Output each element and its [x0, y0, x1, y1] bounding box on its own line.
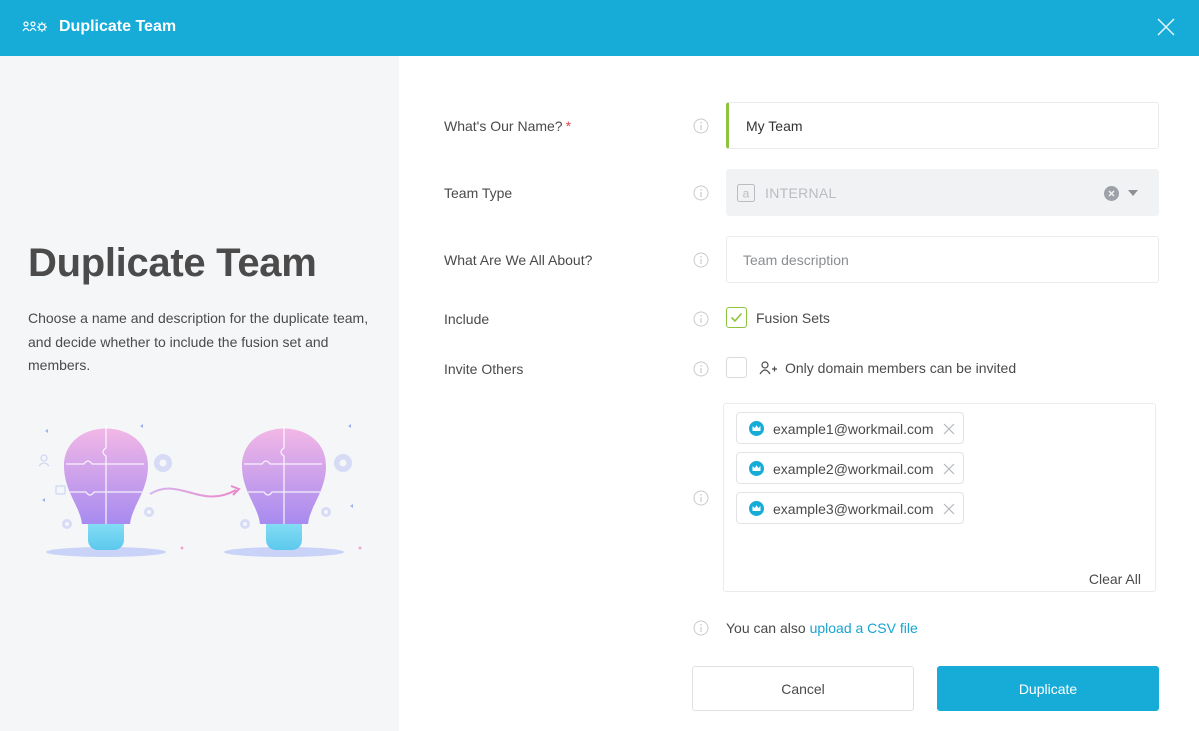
email-text: example2@workmail.com — [773, 461, 934, 477]
close-icon[interactable] — [1157, 18, 1175, 36]
include-label: Include — [444, 311, 490, 327]
info-panel: Duplicate Team Choose a name and descrip… — [0, 56, 399, 731]
panel-title: Duplicate Team — [28, 241, 317, 285]
crown-icon — [749, 421, 764, 436]
modal-title: Duplicate Team — [59, 18, 177, 35]
panel-description: Choose a name and description for the du… — [28, 310, 369, 373]
domain-only-checkbox[interactable] — [726, 357, 747, 378]
at-sign-icon: a — [737, 184, 755, 202]
email-chip: example2@workmail.com — [736, 452, 964, 484]
modal-header: Duplicate Team — [0, 0, 1199, 56]
clear-selection-icon[interactable] — [1104, 186, 1119, 201]
team-name-input[interactable] — [746, 103, 1146, 148]
info-icon[interactable] — [693, 252, 709, 268]
email-text: example1@workmail.com — [773, 421, 934, 437]
invite-label: Invite Others — [444, 361, 524, 377]
info-icon[interactable] — [693, 620, 709, 636]
invite-email-box[interactable]: example1@workmail.com example2@workmail.… — [723, 403, 1156, 592]
team-type-label: Team Type — [444, 185, 513, 201]
add-user-icon — [759, 361, 777, 375]
cancel-button[interactable]: Cancel — [692, 666, 914, 711]
remove-email-icon[interactable] — [943, 463, 955, 475]
email-text: example3@workmail.com — [773, 501, 934, 517]
remove-email-icon[interactable] — [943, 503, 955, 515]
upload-csv-link[interactable]: upload a CSV file — [810, 620, 918, 636]
name-label: What's Our Name? * — [444, 117, 571, 135]
fusion-sets-label: Fusion Sets — [756, 310, 830, 326]
email-chip: example3@workmail.com — [736, 492, 964, 524]
domain-only-label: Only domain members can be invited — [785, 360, 1017, 376]
crown-icon — [749, 501, 764, 516]
info-icon[interactable] — [693, 185, 709, 201]
required-mark: * — [565, 118, 572, 134]
crown-icon — [749, 461, 764, 476]
fusion-sets-checkbox[interactable] — [726, 307, 747, 328]
chevron-down-icon[interactable] — [1128, 190, 1138, 197]
team-icon — [22, 21, 47, 32]
team-type-select[interactable]: a INTERNAL — [726, 169, 1159, 216]
team-description-input[interactable] — [743, 237, 1143, 282]
team-description-field[interactable] — [726, 236, 1159, 283]
csv-prefix-text: You can also — [726, 620, 806, 636]
team-name-field[interactable] — [726, 102, 1159, 149]
info-icon[interactable] — [693, 490, 709, 506]
remove-email-icon[interactable] — [943, 423, 955, 435]
checkmark-icon — [730, 312, 743, 323]
info-icon[interactable] — [693, 118, 709, 134]
clear-all-button[interactable]: Clear All — [1089, 570, 1141, 588]
csv-upload-hint: You can also upload a CSV file — [726, 619, 918, 637]
team-type-value: INTERNAL — [765, 185, 837, 201]
info-icon[interactable] — [693, 311, 709, 327]
info-icon[interactable] — [693, 361, 709, 377]
email-chip: example1@workmail.com — [736, 412, 964, 444]
svg-text:a: a — [743, 187, 750, 201]
about-label: What Are We All About? — [444, 252, 593, 268]
duplicate-button[interactable]: Duplicate — [937, 666, 1159, 711]
lightbulb-puzzle-illustration — [38, 424, 362, 557]
name-label-text: What's Our Name? — [444, 118, 563, 134]
